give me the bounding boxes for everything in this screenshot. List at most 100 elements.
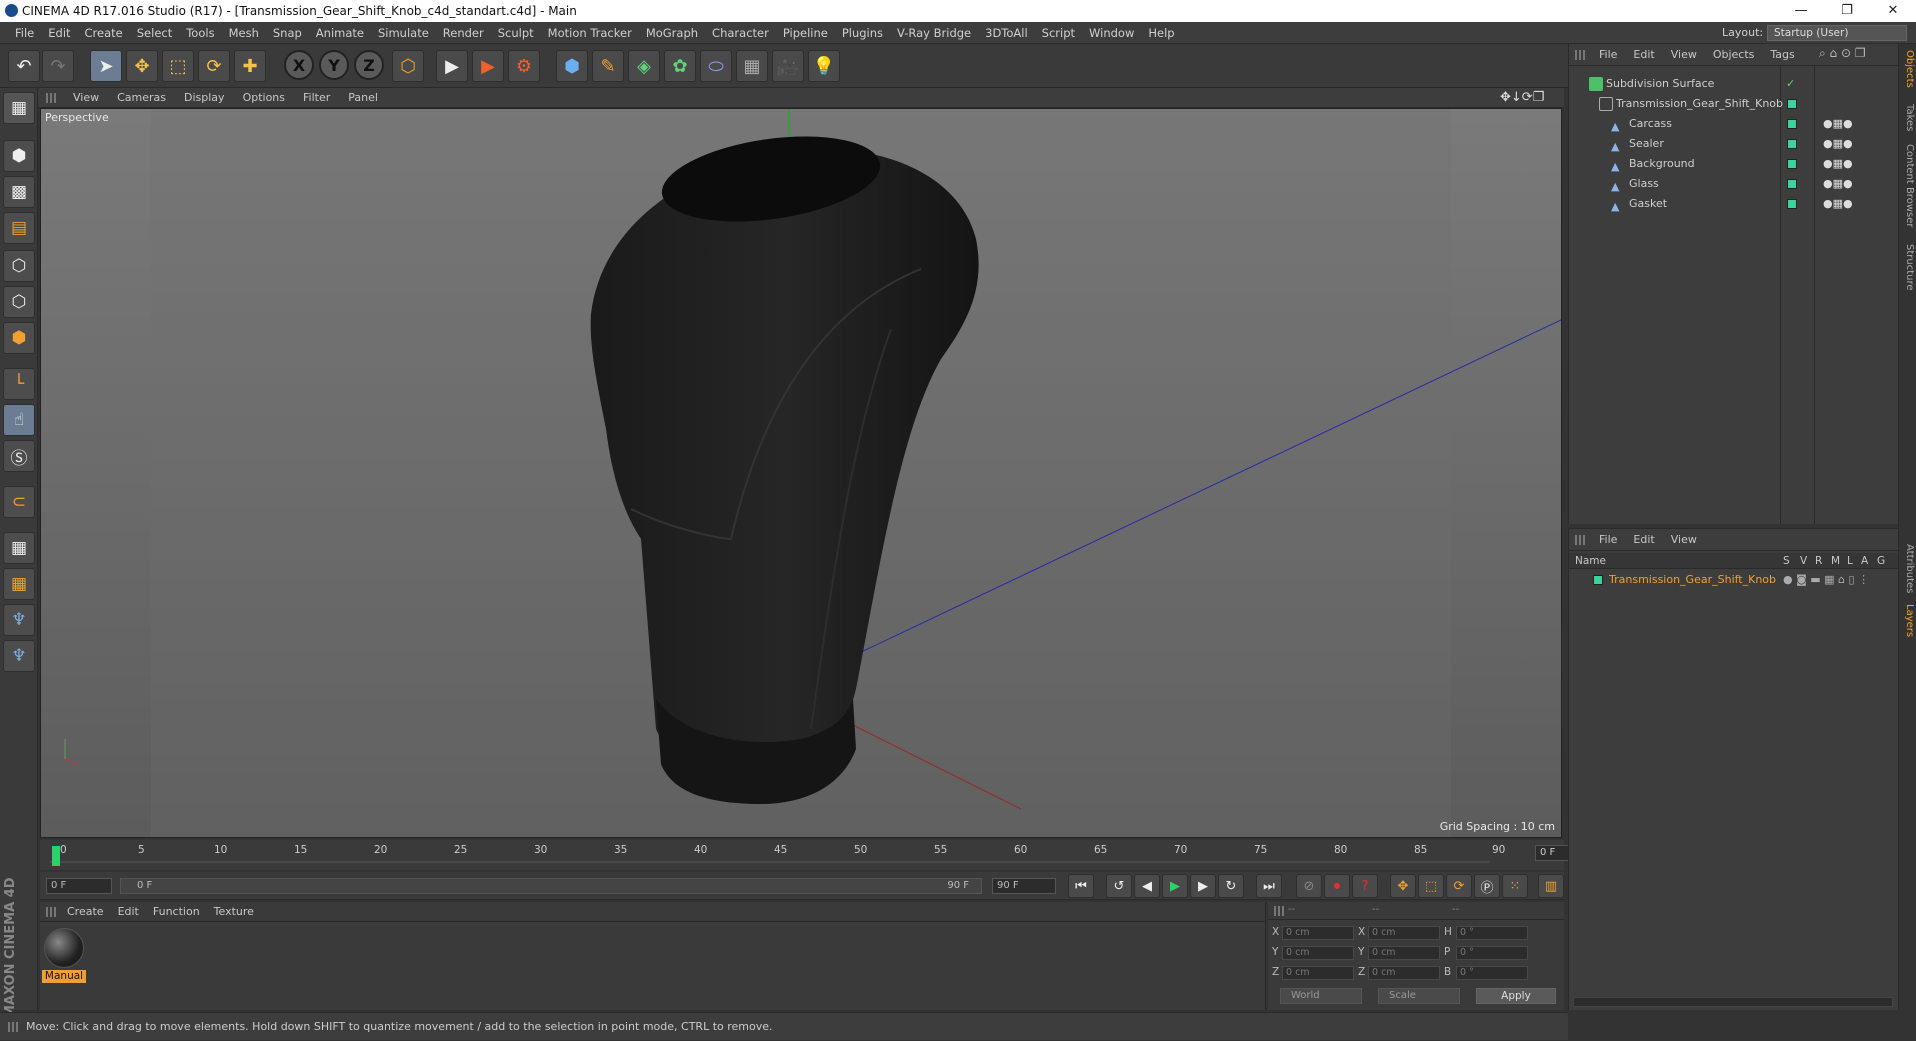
- side-tab-structure[interactable]: Structure: [1904, 244, 1915, 291]
- solo-mode-icon[interactable]: Ⓢ: [3, 440, 35, 472]
- material-tag-icon[interactable]: ●▦●: [1823, 194, 1853, 214]
- enabled-check-icon[interactable]: ✓: [1786, 74, 1795, 94]
- autokey-icon[interactable]: ?: [1352, 874, 1378, 898]
- layer-flag-icons[interactable]: ● ◙ ▬ ▦ ⌂ ▯ ⋮: [1783, 571, 1869, 589]
- rotation-h-field[interactable]: 0 °: [1456, 926, 1528, 940]
- subdivision-surface-button[interactable]: ◈: [628, 50, 660, 82]
- minimize-button[interactable]: —: [1778, 0, 1824, 22]
- column-m[interactable]: M: [1831, 553, 1840, 569]
- motion-record-icon[interactable]: ⊘: [1296, 874, 1322, 898]
- position-z-field[interactable]: 0 cm: [1282, 966, 1354, 980]
- size-z-field[interactable]: 0 cm: [1368, 966, 1440, 980]
- layer-color-icon[interactable]: [1787, 99, 1797, 109]
- menu-render[interactable]: Render: [436, 22, 491, 44]
- workplane-mode-icon[interactable]: ▤: [3, 212, 35, 244]
- drag-handle-icon[interactable]: [46, 907, 56, 917]
- python-script-2-icon[interactable]: ♆: [3, 640, 35, 672]
- object-row-glass[interactable]: ▲ Glass ●▦●: [1569, 174, 1899, 194]
- viewport-navigation-icons[interactable]: ✥↓⟳❐: [1500, 90, 1544, 105]
- coordinate-system-button[interactable]: ⬡: [392, 50, 424, 82]
- model-mode-icon[interactable]: ⬢: [3, 140, 35, 172]
- light-button[interactable]: 💡: [808, 50, 840, 82]
- object-row-background[interactable]: ▲ Background ●▦●: [1569, 154, 1899, 174]
- menu-edit[interactable]: Edit: [41, 22, 77, 44]
- scale-tool-button[interactable]: ⬚: [162, 50, 194, 82]
- rotation-p-field[interactable]: 0 °: [1456, 946, 1528, 960]
- current-frame-marker[interactable]: [52, 846, 60, 866]
- column-name[interactable]: Name: [1575, 553, 1606, 569]
- column-s[interactable]: S: [1783, 553, 1790, 569]
- menu-script[interactable]: Script: [1035, 22, 1082, 44]
- make-editable-icon[interactable]: ▦: [3, 92, 35, 124]
- timeline-window-icon[interactable]: ▥: [1538, 874, 1564, 898]
- drag-handle-icon[interactable]: [1575, 535, 1585, 545]
- tweak-mode-icon[interactable]: ☝: [3, 404, 35, 436]
- ruler[interactable]: 0 5 10 15 20 25 30 35 40 45 50 55 60 65 …: [50, 840, 1505, 870]
- side-tab-takes[interactable]: Takes: [1904, 104, 1915, 131]
- go-to-end-button[interactable]: ⏭: [1256, 874, 1282, 898]
- material-tag-icon[interactable]: ●▦●: [1823, 114, 1853, 134]
- side-tab-objects[interactable]: Objects: [1904, 50, 1915, 88]
- maximize-button[interactable]: ❐: [1824, 0, 1870, 22]
- column-r[interactable]: R: [1815, 553, 1822, 569]
- y-axis-lock-button[interactable]: Y: [319, 50, 349, 80]
- viewport-menu-options[interactable]: Options: [234, 88, 294, 108]
- size-y-field[interactable]: 0 cm: [1368, 946, 1440, 960]
- menu-vray-bridge[interactable]: V-Ray Bridge: [890, 22, 978, 44]
- menu-simulate[interactable]: Simulate: [371, 22, 436, 44]
- size-mode-select[interactable]: Scale: [1378, 988, 1460, 1004]
- key-position-icon[interactable]: ✥: [1390, 874, 1416, 898]
- record-active-icon[interactable]: ⏺: [1324, 874, 1350, 898]
- edges-mode-icon[interactable]: ⬡: [3, 286, 35, 318]
- next-frame-button[interactable]: ▶: [1190, 874, 1216, 898]
- move-tool-button[interactable]: ✥: [126, 50, 158, 82]
- menu-mesh[interactable]: Mesh: [222, 22, 266, 44]
- object-row-gasket[interactable]: ▲ Gasket ●▦●: [1569, 194, 1899, 214]
- x-axis-lock-button[interactable]: X: [284, 50, 314, 80]
- column-g[interactable]: G: [1877, 553, 1885, 569]
- python-script-icon[interactable]: ♆: [3, 604, 35, 636]
- axis-mode-icon[interactable]: └: [3, 368, 35, 400]
- render-settings-button[interactable]: ⚙: [508, 50, 540, 82]
- end-frame-field[interactable]: 90 F: [992, 878, 1056, 894]
- column-l[interactable]: L: [1847, 553, 1853, 569]
- menu-file[interactable]: File: [8, 22, 41, 44]
- material-tag-icon[interactable]: ●▦●: [1823, 134, 1853, 154]
- drag-handle-icon[interactable]: [1575, 50, 1585, 60]
- locked-workplane-icon[interactable]: ▦: [3, 532, 35, 564]
- viewport-menu-display[interactable]: Display: [175, 88, 234, 108]
- material-menu-create[interactable]: Create: [60, 902, 111, 922]
- object-row-subdivision[interactable]: Subdivision Surface ✓: [1569, 74, 1899, 94]
- object-row-knob[interactable]: Transmission_Gear_Shift_Knob: [1569, 94, 1899, 114]
- camera-button[interactable]: 🎥: [772, 50, 804, 82]
- deformer-button[interactable]: ⬭: [700, 50, 732, 82]
- viewport-menu-filter[interactable]: Filter: [294, 88, 339, 108]
- go-to-start-button[interactable]: ⏮: [1068, 874, 1094, 898]
- layer-menu-edit[interactable]: Edit: [1625, 529, 1662, 551]
- render-picture-viewer-button[interactable]: ▶: [472, 50, 504, 82]
- material-menu-texture[interactable]: Texture: [207, 902, 261, 922]
- select-tool-button[interactable]: ➤: [90, 50, 122, 82]
- menu-create[interactable]: Create: [78, 22, 130, 44]
- layer-menu-view[interactable]: View: [1663, 529, 1705, 551]
- material-menu-function[interactable]: Function: [146, 902, 207, 922]
- object-menu-objects[interactable]: Objects: [1705, 44, 1763, 66]
- prev-keyframe-button[interactable]: ↺: [1106, 874, 1132, 898]
- object-menu-edit[interactable]: Edit: [1625, 44, 1662, 66]
- drag-handle-icon[interactable]: [8, 1022, 18, 1032]
- material-tag-icon[interactable]: ●▦●: [1823, 154, 1853, 174]
- planar-workplane-icon[interactable]: ▦: [3, 568, 35, 600]
- polygons-mode-icon[interactable]: ⬢: [3, 322, 35, 354]
- layer-color-icon[interactable]: [1593, 575, 1603, 585]
- drag-handle-icon[interactable]: [46, 93, 56, 103]
- coordinate-space-select[interactable]: World: [1280, 988, 1362, 1004]
- menu-sculpt[interactable]: Sculpt: [491, 22, 541, 44]
- rotation-b-field[interactable]: 0 °: [1456, 966, 1528, 980]
- last-tool-button[interactable]: ✚: [234, 50, 266, 82]
- menu-snap[interactable]: Snap: [266, 22, 309, 44]
- key-pla-icon[interactable]: ⁙: [1502, 874, 1528, 898]
- floor-button[interactable]: ▦: [736, 50, 768, 82]
- key-scale-icon[interactable]: ⬚: [1418, 874, 1444, 898]
- menu-character[interactable]: Character: [705, 22, 776, 44]
- menu-pipeline[interactable]: Pipeline: [776, 22, 835, 44]
